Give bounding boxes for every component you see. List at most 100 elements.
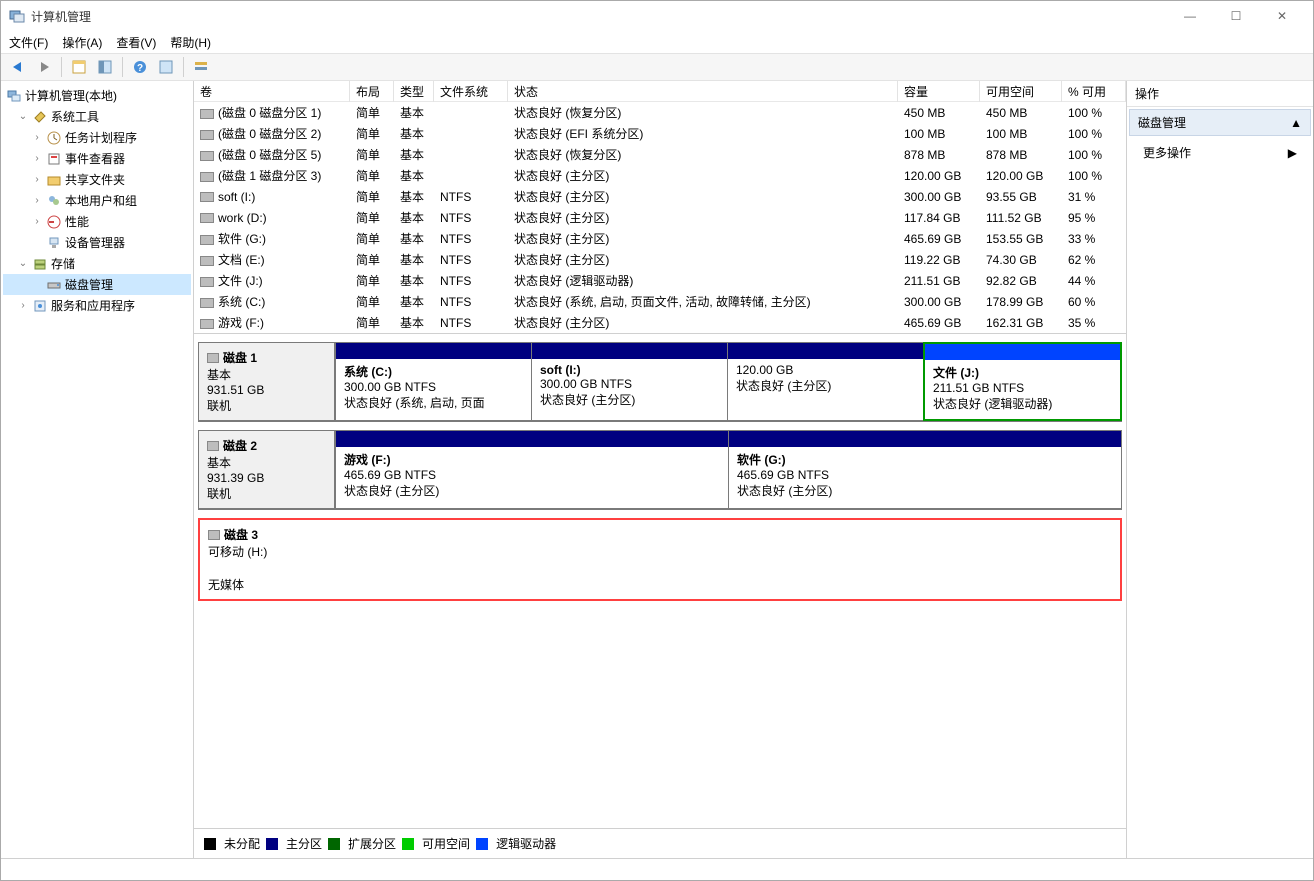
tree-device-manager[interactable]: 设备管理器: [3, 232, 191, 253]
partition-status: 状态良好 (主分区): [736, 377, 915, 394]
volume-fs: [434, 174, 508, 178]
table-row[interactable]: 游戏 (F:)简单基本NTFS状态良好 (主分区)465.69 GB162.31…: [194, 312, 1126, 333]
disk-row-1[interactable]: 磁盘 1 基本 931.51 GB 联机 系统 (C:)300.00 GB NT…: [198, 342, 1122, 422]
help-button[interactable]: ?: [129, 56, 151, 78]
toolbar-separator: [61, 57, 62, 77]
disk-row-2[interactable]: 磁盘 2 基本 931.39 GB 联机 游戏 (F:)465.69 GB NT…: [198, 430, 1122, 510]
col-percent[interactable]: % 可用: [1062, 81, 1126, 102]
services-icon: [32, 298, 48, 314]
volume-icon: [200, 213, 214, 223]
col-volume[interactable]: 卷: [194, 81, 350, 102]
table-row[interactable]: 文档 (E:)简单基本NTFS状态良好 (主分区)119.22 GB74.30 …: [194, 249, 1126, 270]
volume-name: (磁盘 0 磁盘分区 2): [218, 127, 321, 141]
collapse-icon[interactable]: ⌄: [17, 258, 29, 269]
volume-free: 878 MB: [980, 146, 1062, 164]
refresh-button[interactable]: [155, 56, 177, 78]
maximize-button[interactable]: ☐: [1213, 1, 1259, 31]
volume-type: 基本: [394, 186, 434, 207]
partition[interactable]: soft (I:)300.00 GB NTFS状态良好 (主分区): [531, 342, 728, 421]
tree-root[interactable]: 计算机管理(本地): [3, 85, 191, 106]
col-layout[interactable]: 布局: [350, 81, 394, 102]
expand-icon[interactable]: ›: [17, 300, 29, 311]
computer-icon: [6, 88, 22, 104]
table-row[interactable]: (磁盘 1 磁盘分区 3)简单基本状态良好 (主分区)120.00 GB120.…: [194, 165, 1126, 186]
partition[interactable]: 文件 (J:)211.51 GB NTFS状态良好 (逻辑驱动器): [923, 342, 1122, 421]
legend-primary-swatch: [266, 838, 278, 850]
forward-button[interactable]: [33, 56, 55, 78]
menu-view[interactable]: 查看(V): [116, 34, 156, 51]
tree-task-scheduler[interactable]: › 任务计划程序: [3, 127, 191, 148]
table-row[interactable]: soft (I:)简单基本NTFS状态良好 (主分区)300.00 GB93.5…: [194, 186, 1126, 207]
volume-name: 文件 (J:): [218, 274, 263, 288]
volume-capacity: 120.00 GB: [898, 167, 980, 185]
tree-shared-folders[interactable]: › 共享文件夹: [3, 169, 191, 190]
volume-type: 基本: [394, 312, 434, 333]
volume-layout: 简单: [350, 123, 394, 144]
menu-file[interactable]: 文件(F): [9, 34, 48, 51]
expand-icon[interactable]: ›: [31, 195, 43, 206]
partition-stripe: [729, 431, 1121, 447]
actions-more[interactable]: 更多操作 ▶: [1127, 138, 1313, 167]
partition-size: 211.51 GB NTFS: [933, 381, 1112, 395]
disk-1-label[interactable]: 磁盘 1 基本 931.51 GB 联机: [198, 342, 336, 421]
disk-row-3[interactable]: 磁盘 3 可移动 (H:) 无媒体: [198, 518, 1122, 601]
volumes-table[interactable]: 卷 布局 类型 文件系统 状态 容量 可用空间 % 可用 (磁盘 0 磁盘分区 …: [194, 81, 1126, 333]
tree-performance[interactable]: › 性能: [3, 211, 191, 232]
volume-type: 基本: [394, 102, 434, 123]
event-icon: [46, 151, 62, 167]
table-row[interactable]: (磁盘 0 磁盘分区 2)简单基本状态良好 (EFI 系统分区)100 MB10…: [194, 123, 1126, 144]
menu-bar: 文件(F) 操作(A) 查看(V) 帮助(H): [1, 31, 1313, 53]
table-row[interactable]: (磁盘 0 磁盘分区 1)简单基本状态良好 (恢复分区)450 MB450 MB…: [194, 102, 1126, 123]
col-capacity[interactable]: 容量: [898, 81, 980, 102]
disk-graphical-view[interactable]: 磁盘 1 基本 931.51 GB 联机 系统 (C:)300.00 GB NT…: [194, 333, 1126, 828]
menu-help[interactable]: 帮助(H): [170, 34, 211, 51]
partition[interactable]: 系统 (C:)300.00 GB NTFS状态良好 (系统, 启动, 页面: [335, 342, 532, 421]
expand-icon[interactable]: ›: [31, 174, 43, 185]
disk-3-no-media: [337, 520, 1120, 599]
actions-section-title[interactable]: 磁盘管理 ▲: [1129, 109, 1311, 136]
col-status[interactable]: 状态: [508, 81, 898, 102]
show-hide-tree-button[interactable]: [68, 56, 90, 78]
col-filesystem[interactable]: 文件系统: [434, 81, 508, 102]
partition[interactable]: 游戏 (F:)465.69 GB NTFS状态良好 (主分区): [335, 430, 729, 509]
table-row[interactable]: work (D:)简单基本NTFS状态良好 (主分区)117.84 GB111.…: [194, 207, 1126, 228]
menu-action[interactable]: 操作(A): [62, 34, 102, 51]
volume-fs: NTFS: [434, 272, 508, 290]
tree-storage[interactable]: ⌄ 存储: [3, 253, 191, 274]
col-type[interactable]: 类型: [394, 81, 434, 102]
volume-capacity: 300.00 GB: [898, 293, 980, 311]
tree-event-viewer[interactable]: › 事件查看器: [3, 148, 191, 169]
device-icon: [46, 235, 62, 251]
partition[interactable]: 120.00 GB状态良好 (主分区): [727, 342, 924, 421]
close-button[interactable]: ✕: [1259, 1, 1305, 31]
expand-icon[interactable]: ›: [31, 216, 43, 227]
tree-local-users[interactable]: › 本地用户和组: [3, 190, 191, 211]
expand-icon[interactable]: ›: [31, 132, 43, 143]
collapse-icon: ▲: [1290, 116, 1302, 130]
minimize-button[interactable]: —: [1167, 1, 1213, 31]
volume-name: soft (I:): [218, 190, 255, 204]
tree-disk-management[interactable]: 磁盘管理: [3, 274, 191, 295]
table-row[interactable]: 系统 (C:)简单基本NTFS状态良好 (系统, 启动, 页面文件, 活动, 故…: [194, 291, 1126, 312]
col-free[interactable]: 可用空间: [980, 81, 1062, 102]
list-view-button[interactable]: [190, 56, 212, 78]
navigation-tree[interactable]: 计算机管理(本地) ⌄ 系统工具 › 任务计划程序 › 事件查看器 › 共享文件…: [1, 81, 194, 858]
volume-free: 74.30 GB: [980, 251, 1062, 269]
volume-capacity: 300.00 GB: [898, 188, 980, 206]
expand-icon[interactable]: ›: [31, 153, 43, 164]
back-button[interactable]: [7, 56, 29, 78]
tree-system-tools[interactable]: ⌄ 系统工具: [3, 106, 191, 127]
volume-fs: [434, 111, 508, 115]
partition[interactable]: 软件 (G:)465.69 GB NTFS状态良好 (主分区): [728, 430, 1122, 509]
table-row[interactable]: 软件 (G:)简单基本NTFS状态良好 (主分区)465.69 GB153.55…: [194, 228, 1126, 249]
table-row[interactable]: (磁盘 0 磁盘分区 5)简单基本状态良好 (恢复分区)878 MB878 MB…: [194, 144, 1126, 165]
table-row[interactable]: 文件 (J:)简单基本NTFS状态良好 (逻辑驱动器)211.51 GB92.8…: [194, 270, 1126, 291]
properties-button[interactable]: [94, 56, 116, 78]
tree-services-apps[interactable]: › 服务和应用程序: [3, 295, 191, 316]
disk-3-label[interactable]: 磁盘 3 可移动 (H:) 无媒体: [200, 520, 338, 599]
volume-fs: [434, 153, 508, 157]
partition-name: 文件 (J:): [933, 364, 1112, 381]
collapse-icon[interactable]: ⌄: [17, 111, 29, 122]
volume-percent: 62 %: [1062, 251, 1126, 269]
disk-2-label[interactable]: 磁盘 2 基本 931.39 GB 联机: [198, 430, 336, 509]
